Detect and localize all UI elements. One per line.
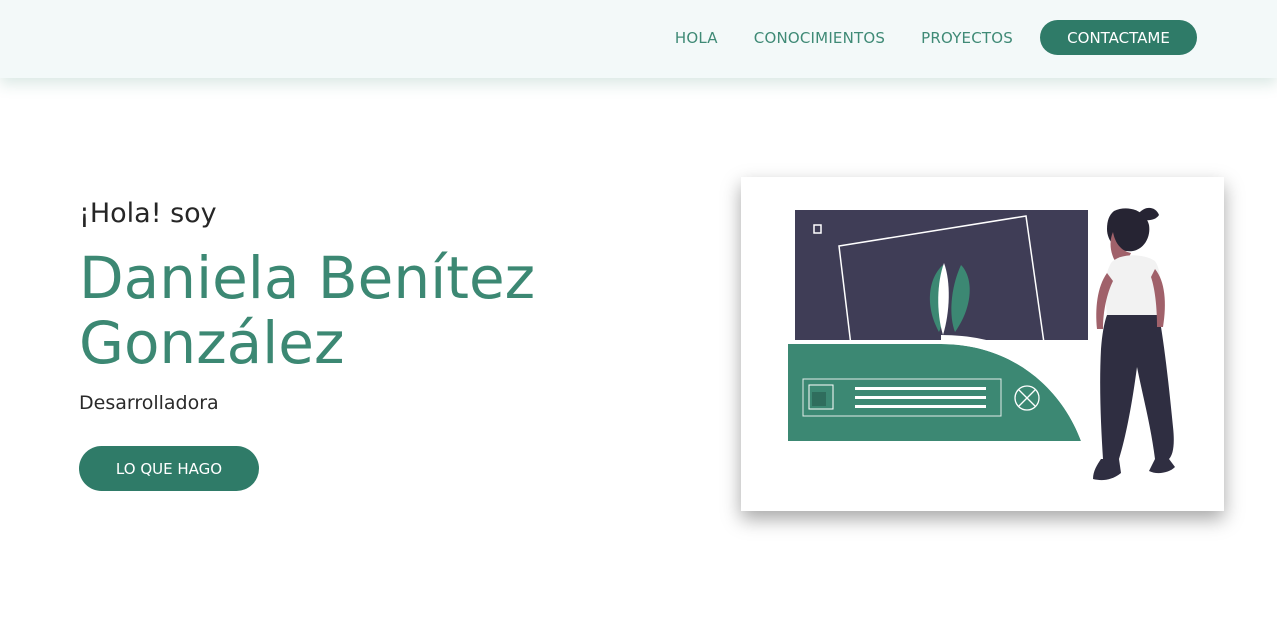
nav-menu: HOLA CONOCIMIENTOS PROYECTOS CONTACTAME xyxy=(639,20,1197,55)
card-line-1 xyxy=(855,387,986,390)
what-i-do-button[interactable]: LO QUE HAGO xyxy=(79,446,259,491)
nav-link-conocimientos[interactable]: CONOCIMIENTOS xyxy=(754,29,885,47)
nav-link-hola[interactable]: HOLA xyxy=(675,29,718,47)
contact-button[interactable]: CONTACTAME xyxy=(1040,20,1197,55)
hero-illustration xyxy=(741,177,1224,511)
hero-role: Desarrolladora xyxy=(79,392,219,414)
hero-greeting: ¡Hola! soy xyxy=(79,198,217,229)
woman-figure xyxy=(1093,207,1175,481)
card-line-2 xyxy=(855,396,986,399)
illustration-graphic xyxy=(788,207,1175,481)
card-image-fill xyxy=(812,392,826,406)
nav-link-proyectos[interactable]: PROYECTOS xyxy=(921,29,1013,47)
hero-section: ¡Hola! soy Daniela Benítez González Desa… xyxy=(79,192,549,491)
hero-name: Daniela Benítez González xyxy=(79,244,536,377)
card-line-3 xyxy=(855,405,986,408)
top-navbar: HOLA CONOCIMIENTOS PROYECTOS CONTACTAME xyxy=(0,0,1277,78)
